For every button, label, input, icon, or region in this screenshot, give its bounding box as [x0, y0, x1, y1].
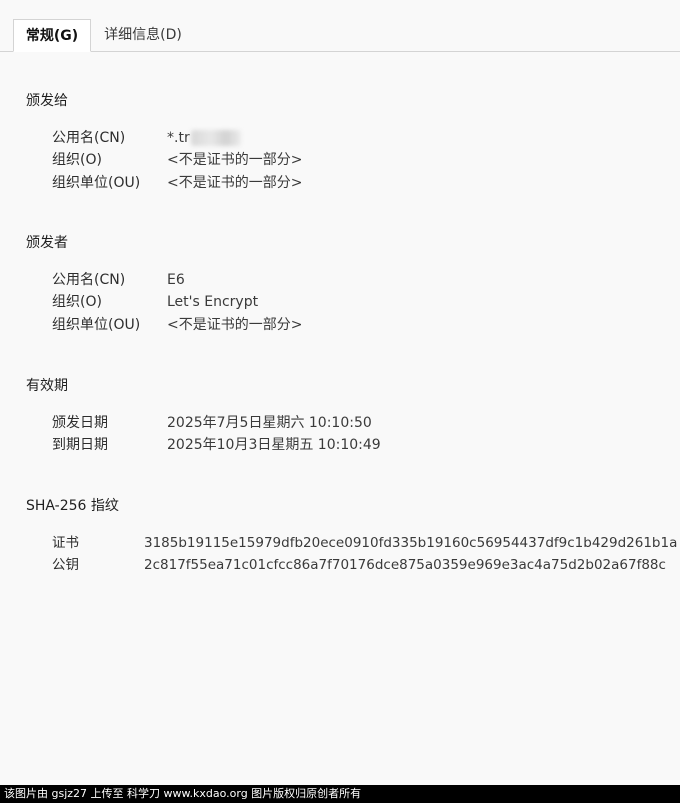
tab-bar: 常规(G) 详细信息(D) [0, 0, 680, 52]
field-value: *.tr [167, 130, 190, 146]
tab-details[interactable]: 详细信息(D) [96, 19, 190, 51]
field-value: Let's Encrypt [167, 294, 259, 310]
section-fingerprints-title: SHA-256 指纹 [26, 498, 119, 514]
field-value: 2025年10月3日星期五 10:10:49 [167, 437, 381, 453]
field-value: <不是证书的一部分> [167, 152, 303, 168]
section-issued-to-title: 颁发给 [26, 93, 68, 109]
field-label: 公用名(CN) [52, 130, 126, 146]
validity-expires-row: 到期日期 2025年10月3日星期五 10:10:49 [52, 435, 381, 455]
field-label: 公钥 [52, 557, 79, 573]
section-issued-by-title: 颁发者 [26, 235, 68, 251]
field-value: <不是证书的一部分> [167, 317, 303, 333]
field-value: 2025年7月5日星期六 10:10:50 [167, 415, 372, 431]
fingerprint-cert-row: 证书 3185b19115e15979dfb20ece0910fd335b1916… [52, 533, 677, 553]
validity-issued-row: 颁发日期 2025年7月5日星期六 10:10:50 [52, 413, 372, 433]
issued-to-cn-row: 公用名(CN) *.tr [52, 128, 241, 148]
field-label: 组织单位(OU) [52, 175, 141, 191]
field-label: 公用名(CN) [52, 272, 126, 288]
field-value: 3185b19115e15979dfb20ece0910fd335b19160c… [144, 535, 678, 551]
field-value: <不是证书的一部分> [167, 175, 303, 191]
fingerprint-pubkey-row: 公钥 2c817f55ea71c01cfcc86a7f70176dce875a03… [52, 555, 666, 575]
tab-general[interactable]: 常规(G) [13, 19, 91, 52]
issued-by-o-row: 组织(O) Let's Encrypt [52, 292, 258, 312]
issued-to-ou-row: 组织单位(OU) <不是证书的一部分> [52, 173, 302, 193]
redacted-blur [190, 130, 241, 146]
field-value: E6 [167, 272, 185, 288]
field-label: 颁发日期 [52, 415, 108, 431]
issued-by-cn-row: 公用名(CN) E6 [52, 270, 185, 290]
watermark-bar: 该图片由 gsjz27 上传至 科学刀 www.kxdao.org 图片版权归原… [0, 785, 680, 803]
issued-to-o-row: 组织(O) <不是证书的一部分> [52, 150, 302, 170]
field-label: 组织(O) [52, 294, 102, 310]
field-label: 组织单位(OU) [52, 317, 141, 333]
field-value: 2c817f55ea71c01cfcc86a7f70176dce875a0359… [144, 557, 666, 573]
field-label: 到期日期 [52, 437, 108, 453]
field-label: 组织(O) [52, 152, 102, 168]
section-validity-title: 有效期 [26, 378, 68, 394]
issued-by-ou-row: 组织单位(OU) <不是证书的一部分> [52, 315, 302, 335]
field-label: 证书 [52, 535, 79, 551]
